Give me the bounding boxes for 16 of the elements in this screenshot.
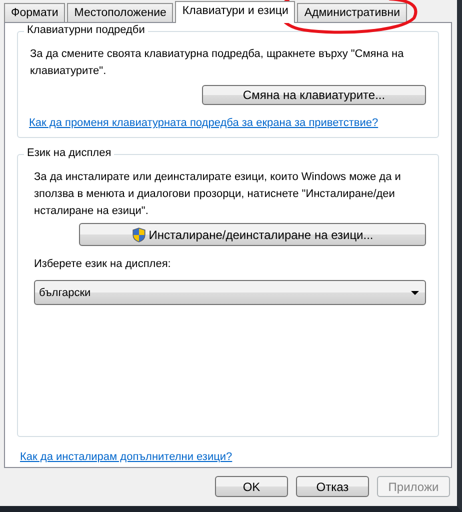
tab[interactable]: Формати <box>4 3 66 22</box>
field-label: Изберете език на дисплея: <box>34 258 172 270</box>
group-title: Език на дисплея <box>24 147 114 159</box>
change-keyboards-button[interactable]: Смяна на клавиатурите... <box>202 85 426 105</box>
instruction-text: За да инсталирате или деинсталирате езици, които Windows може да и зползва в менюта и диалогови прозорци, натиснете "Инсталиране/деи нсталиране на езици". <box>34 170 401 219</box>
tab[interactable]: Административни <box>297 3 408 22</box>
install-languages-button[interactable]: Инсталиране/деинсталиране на езици... <box>79 223 426 246</box>
instruction-text: За да смените своята клавиатурна подредба, щракнете върху "Смяна на клавиатурите". <box>30 47 404 79</box>
tab[interactable]: Клавиатури и езици <box>175 1 296 23</box>
dialog-button[interactable]: Отказ <box>296 476 369 497</box>
group-title: Клавиатурни подредби <box>24 24 148 36</box>
help-link[interactable]: Как да инсталирам допълнителни езици? <box>20 451 232 463</box>
tab[interactable]: Местоположение <box>67 3 174 22</box>
help-link[interactable]: Как да променя клавиатурната подредба за екрана за приветствие? <box>29 117 426 129</box>
language-dropdown[interactable]: български <box>34 280 426 305</box>
dialog-button[interactable]: OK <box>215 476 288 497</box>
